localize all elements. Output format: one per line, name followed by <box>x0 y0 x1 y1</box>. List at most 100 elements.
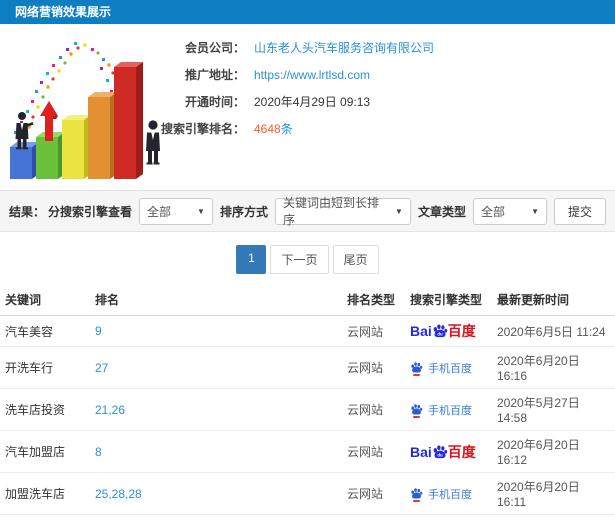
promo-url-row: 推广地址： https://www.lrtlsd.com <box>140 61 434 88</box>
engine-cell: Bai du 百度 <box>405 346 492 389</box>
promo-url-label: 推广地址： <box>184 68 245 82</box>
baidu-logo: Bai du 百度 <box>410 321 487 341</box>
rank-unit: 条 <box>280 122 293 136</box>
mobile-baidu-logo: 手机百度 <box>410 360 487 376</box>
update-time-cell: 2020年6月5日 11:24 <box>492 315 615 347</box>
rank-cell[interactable]: 21,26 <box>90 388 342 431</box>
keyword-table-body: 汽车美容 9 云网站 Bai du 百度 2020年6月5日 11:24 开洗车… <box>0 315 615 520</box>
chevron-down-icon: ▼ <box>531 206 539 216</box>
keyword-table-head: 关键词 排名 排名类型 搜索引擎类型 最新更新时间 <box>0 284 615 316</box>
rank-cell[interactable]: 8 <box>90 430 342 473</box>
filter-controls: 分搜索引擎查看 全部 ▼ 排序方式 关键词由短到长排序 ▼ 文章类型 全部 ▼ … <box>47 196 606 227</box>
engine-filter-value: 全部 <box>146 204 171 219</box>
filter-bar: 结果： 分搜索引擎查看 全部 ▼ 排序方式 关键词由短到长排序 ▼ 文章类型 全… <box>0 190 615 232</box>
keyword-table: 关键词 排名 排名类型 搜索引擎类型 最新更新时间 汽车美容 9 云网站 Bai… <box>0 284 615 520</box>
col-header-keyword: 关键词 <box>0 284 90 316</box>
rank-cell[interactable]: 25,28,28 <box>90 472 342 515</box>
engine-cell: Bai du 百度 <box>405 514 492 520</box>
engine-rank-row: 搜索引擎排名： 4648条 <box>140 115 434 142</box>
keyword-cell: 汽车美容 <box>0 315 90 347</box>
update-time-cell: 2020年6月20日 16:12 <box>492 514 615 520</box>
app-header: 网络营销效果展示 <box>0 0 615 24</box>
table-row: 加盟洗车店 25,28,28 云网站 Bai du 百度 <box>0 472 615 515</box>
col-header-engine: 搜索引擎类型 <box>405 284 492 316</box>
engine-filter-label: 分搜索引擎查看 <box>47 204 132 219</box>
sort-select[interactable]: 关键词由短到长排序 ▼ <box>274 196 411 227</box>
keyword-cell: 洗车赚钱吗 <box>0 514 90 520</box>
growth-chart-clipart <box>10 42 160 179</box>
col-header-time: 最新更新时间 <box>492 284 615 316</box>
svg-text:du: du <box>437 452 443 457</box>
member-info-section: 会员公司： 山东老人头汽车服务咨询有限公司 推广地址： https://www.… <box>0 24 615 190</box>
keyword-cell: 加盟洗车店 <box>0 472 90 515</box>
table-row: 洗车店投资 21,26 云网站 Bai du 百度 <box>0 388 615 431</box>
next-page-button[interactable]: 下一页 <box>270 245 329 274</box>
sort-value: 关键词由短到长排序 <box>282 196 379 227</box>
article-type-select[interactable]: 全部 ▼ <box>472 197 547 225</box>
member-company-link[interactable]: 山东老人头汽车服务咨询有限公司 <box>254 39 434 56</box>
col-header-rank: 排名 <box>90 284 342 316</box>
baidu-logo: Bai du 百度 <box>410 442 487 462</box>
last-page-button[interactable]: 尾页 <box>332 245 379 274</box>
rank-type-cell: 云网站 <box>342 472 405 515</box>
engine-cell: Bai du 百度 <box>405 472 492 515</box>
rank-type-cell: 云网站 <box>342 430 405 473</box>
table-row: 汽车美容 9 云网站 Bai du 百度 2020年6月5日 11:24 <box>0 315 615 347</box>
engine-cell: Bai du 百度 <box>405 315 492 347</box>
mobile-baidu-text: 手机百度 <box>428 362 472 375</box>
mobile-baidu-text: 手机百度 <box>428 488 472 501</box>
rank-type-cell: 云网站 <box>342 346 405 389</box>
rank-type-cell: 云网站 <box>342 388 405 431</box>
rank-type-cell: 云网站 <box>342 315 405 347</box>
table-row: 洗车赚钱吗 30 云网站 Bai du 百度 <box>0 514 615 520</box>
sort-label: 排序方式 <box>219 204 268 219</box>
promo-url-link[interactable]: https://www.lrtlsd.com <box>254 68 370 82</box>
open-time-label: 开通时间： <box>184 95 245 109</box>
rank-type-cell: 云网站 <box>342 514 405 520</box>
article-type-label: 文章类型 <box>417 204 466 219</box>
page-title: 网络营销效果展示 <box>15 5 112 19</box>
update-time-cell: 2020年6月20日 16:16 <box>492 346 615 389</box>
baidu-paw-icon: du <box>433 444 447 458</box>
update-time-cell: 2020年6月20日 16:11 <box>492 472 615 515</box>
open-time-row: 开通时间： 2020年4月29日 09:13 <box>140 88 434 115</box>
rank-cell[interactable]: 9 <box>90 315 342 347</box>
update-time-cell: 2020年6月20日 16:12 <box>492 430 615 473</box>
rank-cell[interactable]: 27 <box>90 346 342 389</box>
baidu-paw-icon: du <box>433 324 447 338</box>
mobile-baidu-paw-icon <box>410 487 423 502</box>
svg-text:du: du <box>437 332 443 337</box>
result-label: 结果： <box>9 204 46 219</box>
baidu-text-suffix: 百度 <box>447 323 476 339</box>
baidu-text-prefix: Bai <box>410 323 432 339</box>
submit-button[interactable]: 提交 <box>553 197 606 225</box>
pagination: 1 下一页 尾页 <box>0 245 615 274</box>
keyword-cell: 开洗车行 <box>0 346 90 389</box>
member-company-label: 会员公司： <box>184 41 245 55</box>
mobile-baidu-text: 手机百度 <box>428 404 472 417</box>
mobile-baidu-logo: 手机百度 <box>410 402 487 418</box>
engine-rank-value: 4648条 <box>254 120 293 137</box>
table-row: 汽车加盟店 8 云网站 Bai du 百度 2020年6月20日 16:12 <box>0 430 615 473</box>
table-row: 开洗车行 27 云网站 Bai du 百度 <box>0 346 615 389</box>
engine-filter-select[interactable]: 全部 ▼ <box>138 197 213 225</box>
article-type-value: 全部 <box>480 204 505 219</box>
member-company-row: 会员公司： 山东老人头汽车服务咨询有限公司 <box>140 34 434 61</box>
baidu-text-suffix: 百度 <box>447 443 476 460</box>
open-time-value: 2020年4月29日 09:13 <box>254 95 371 109</box>
chevron-down-icon: ▼ <box>197 206 205 216</box>
mobile-baidu-paw-icon <box>410 403 423 418</box>
engine-rank-label: 搜索引擎排名： <box>160 122 245 136</box>
baidu-text-prefix: Bai <box>410 443 432 460</box>
rank-cell[interactable]: 30 <box>90 514 342 520</box>
keyword-cell: 洗车店投资 <box>0 388 90 431</box>
engine-cell: Bai du 百度 <box>405 430 492 473</box>
member-info-list: 会员公司： 山东老人头汽车服务咨询有限公司 推广地址： https://www.… <box>140 34 434 142</box>
chevron-down-icon: ▼ <box>395 206 403 216</box>
col-header-rank-type: 排名类型 <box>342 284 405 316</box>
engine-cell: Bai du 百度 <box>405 388 492 431</box>
keyword-cell: 汽车加盟店 <box>0 430 90 473</box>
bars-group <box>10 62 143 179</box>
page-1-button[interactable]: 1 <box>236 245 267 274</box>
rank-count: 4648 <box>254 122 281 136</box>
